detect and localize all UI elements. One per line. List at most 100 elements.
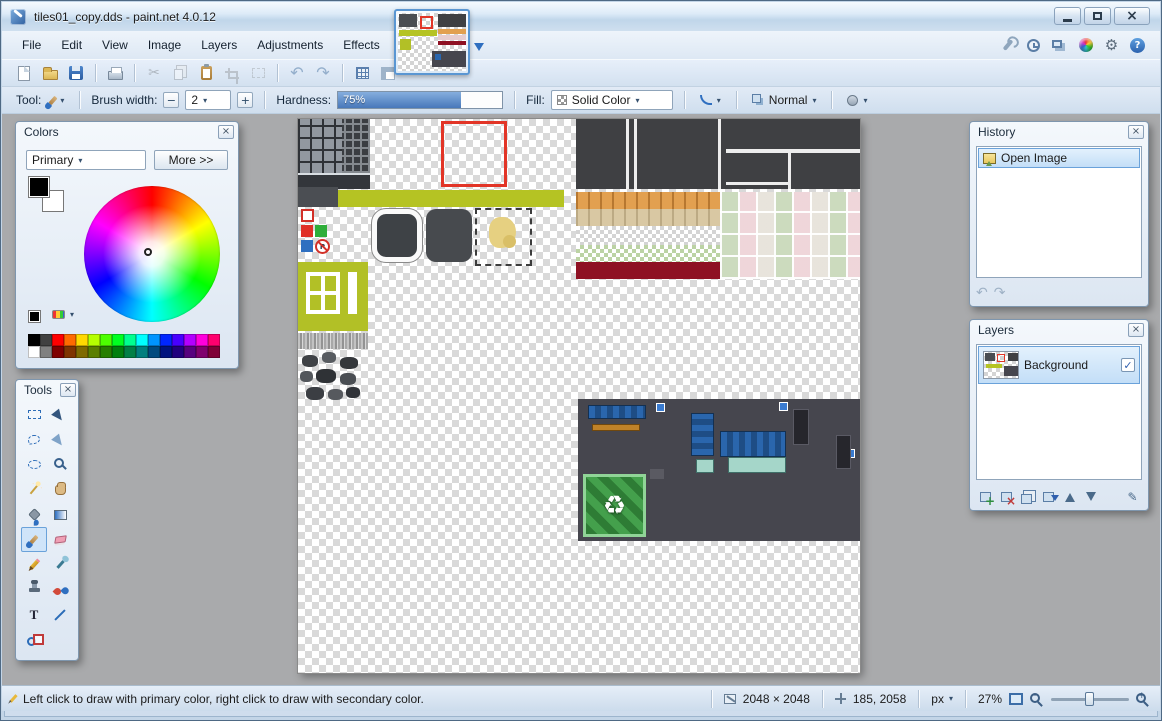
deselect-button[interactable] — [246, 61, 270, 85]
palette-swatch[interactable] — [184, 334, 196, 346]
palette-swatch[interactable] — [40, 346, 52, 358]
palette-swatch[interactable] — [88, 346, 100, 358]
palette-swatch[interactable] — [52, 334, 64, 346]
history-item-open-image[interactable]: Open Image — [978, 148, 1140, 168]
palette-swatch[interactable] — [172, 346, 184, 358]
settings-button[interactable] — [1101, 35, 1122, 56]
brush-width-select[interactable]: 2 — [185, 90, 232, 110]
duplicate-layer-button[interactable] — [1018, 489, 1037, 506]
menu-file[interactable]: File — [12, 33, 51, 57]
zoom-to-window-button[interactable] — [1009, 692, 1023, 705]
menu-image[interactable]: Image — [138, 33, 191, 57]
tool-zoom[interactable] — [47, 452, 73, 477]
image-list-arrow-icon[interactable] — [474, 43, 484, 56]
help-button[interactable] — [1127, 35, 1148, 56]
antialiasing-dropdown[interactable] — [696, 93, 725, 107]
color-wheel[interactable] — [84, 186, 220, 322]
paste-button[interactable] — [194, 61, 218, 85]
palette-swatch[interactable] — [28, 346, 40, 358]
palette-swatch[interactable] — [172, 334, 184, 346]
toggle-tools-window-button[interactable] — [997, 35, 1018, 56]
color-mode-select[interactable]: Primary — [26, 150, 146, 170]
tool-eraser[interactable] — [47, 527, 73, 552]
palette-swatch[interactable] — [112, 334, 124, 346]
color-wheel-marker[interactable] — [144, 248, 152, 256]
save-button[interactable] — [64, 61, 88, 85]
tool-move-selected-pixels[interactable] — [47, 402, 73, 427]
layers-window-titlebar[interactable]: Layers — [970, 320, 1148, 340]
colors-window-titlebar[interactable]: Colors — [16, 122, 238, 142]
tool-gradient[interactable] — [47, 502, 73, 527]
tool-pencil[interactable] — [21, 552, 47, 577]
toggle-colors-window-button[interactable] — [1075, 35, 1096, 56]
palette-swatch[interactable] — [148, 346, 160, 358]
minimize-button[interactable] — [1054, 7, 1081, 25]
hardness-slider[interactable]: 75% — [337, 91, 504, 109]
new-button[interactable] — [12, 61, 36, 85]
tool-recolor[interactable] — [47, 577, 73, 602]
palette-swatch[interactable] — [184, 346, 196, 358]
palette-swatch[interactable] — [136, 334, 148, 346]
zoom-slider[interactable] — [1051, 691, 1129, 706]
pixel-grid-button[interactable] — [350, 61, 374, 85]
layer-visibility-checkbox[interactable] — [1121, 358, 1135, 372]
tool-paint-bucket[interactable] — [21, 502, 47, 527]
tool-color-picker[interactable] — [47, 552, 73, 577]
more-button[interactable]: More >> — [154, 150, 228, 170]
tool-magic-wand[interactable] — [21, 477, 47, 502]
palette-swatch[interactable] — [28, 334, 40, 346]
history-redo-button[interactable] — [994, 286, 1006, 300]
brush-width-increase-button[interactable] — [237, 92, 254, 108]
crop-button[interactable] — [220, 61, 244, 85]
palette-swatch[interactable] — [52, 346, 64, 358]
redo-button[interactable] — [311, 61, 335, 85]
brush-width-decrease-button[interactable] — [163, 92, 180, 108]
zoom-slider-thumb[interactable] — [1085, 691, 1094, 706]
tool-move-selection[interactable] — [47, 427, 73, 452]
palette-swatch[interactable] — [100, 334, 112, 346]
blend-mode-dropdown[interactable]: Normal — [748, 91, 821, 109]
tool-paintbrush[interactable] — [21, 527, 47, 552]
palette-swatch[interactable] — [64, 346, 76, 358]
tool-ellipse-select[interactable] — [21, 452, 47, 477]
palette-swatch[interactable] — [196, 334, 208, 346]
menu-view[interactable]: View — [92, 33, 138, 57]
layer-properties-button[interactable] — [1123, 489, 1142, 506]
palette-swatch[interactable] — [88, 334, 100, 346]
tool-selector[interactable] — [47, 94, 68, 107]
primary-color-swatch[interactable] — [28, 176, 50, 198]
image-tab[interactable] — [394, 9, 470, 75]
palette-swatch[interactable] — [160, 346, 172, 358]
menu-adjustments[interactable]: Adjustments — [247, 33, 333, 57]
palette-swatch[interactable] — [76, 334, 88, 346]
tool-shapes[interactable] — [21, 627, 47, 652]
menu-effects[interactable]: Effects — [333, 33, 389, 57]
palette-swatch[interactable] — [40, 334, 52, 346]
mini-color-swatch[interactable] — [28, 310, 41, 323]
palette-swatch[interactable] — [100, 346, 112, 358]
palette-swatch[interactable] — [208, 346, 220, 358]
palette-swatch[interactable] — [160, 334, 172, 346]
zoom-in-button[interactable] — [1136, 691, 1146, 703]
tool-pan[interactable] — [47, 477, 73, 502]
add-layer-button[interactable] — [976, 489, 995, 508]
open-button[interactable] — [38, 61, 62, 85]
toggle-history-window-button[interactable] — [1023, 35, 1044, 56]
tool-clone-stamp[interactable] — [21, 577, 47, 602]
toggle-layers-window-button[interactable] — [1049, 35, 1070, 56]
move-layer-down-button[interactable] — [1081, 489, 1100, 506]
tool-text[interactable] — [21, 602, 47, 627]
palette-swatch[interactable] — [112, 346, 124, 358]
palette-swatch[interactable] — [196, 346, 208, 358]
palette-swatch[interactable] — [64, 334, 76, 346]
menu-edit[interactable]: Edit — [51, 33, 92, 57]
tool-lasso-select[interactable] — [21, 427, 47, 452]
history-window-titlebar[interactable]: History — [970, 122, 1148, 142]
close-icon[interactable] — [60, 383, 76, 397]
menu-layers[interactable]: Layers — [191, 33, 247, 57]
maximize-button[interactable] — [1084, 7, 1111, 25]
close-icon[interactable] — [1128, 125, 1144, 139]
close-button[interactable] — [1114, 7, 1150, 25]
merge-layer-down-button[interactable] — [1039, 489, 1059, 506]
palette-swatch[interactable] — [148, 334, 160, 346]
